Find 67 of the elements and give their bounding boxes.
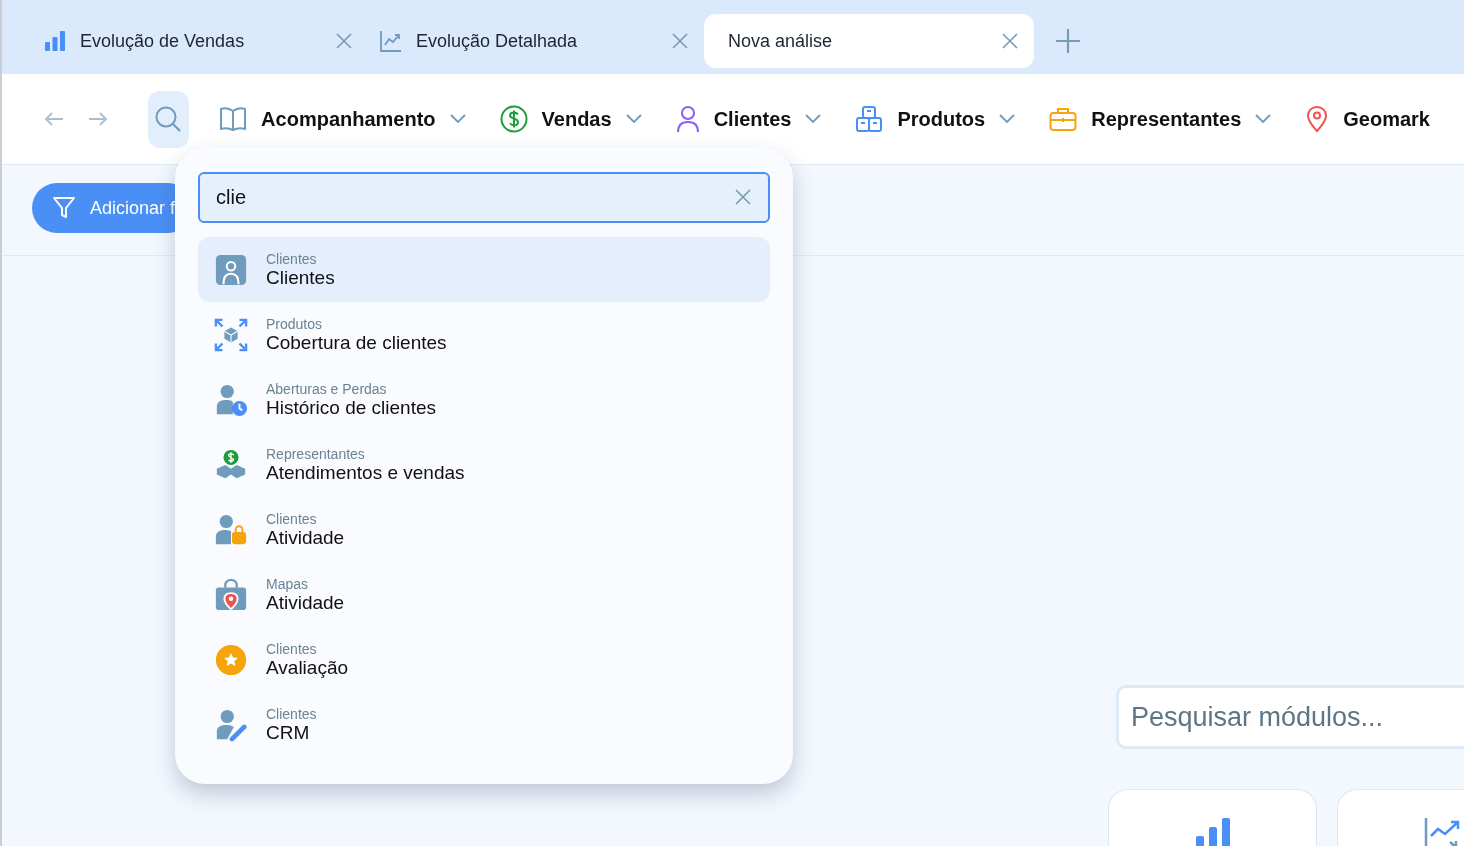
result-title: Cobertura de clientes — [266, 331, 447, 354]
result-category: Clientes — [266, 510, 318, 527]
back-arrow-icon[interactable] — [44, 111, 64, 127]
search-button[interactable] — [147, 90, 190, 148]
result-category: Produtos — [266, 315, 324, 332]
bar-chart-icon — [1194, 818, 1231, 846]
chevron-down-icon[interactable] — [449, 114, 466, 124]
person-icon — [675, 105, 700, 133]
search-icon — [154, 105, 183, 133]
nav-menu-item[interactable]: Produtos — [897, 104, 986, 134]
dollar-icon — [499, 105, 528, 133]
close-icon[interactable] — [334, 31, 354, 51]
module-search-field[interactable]: Pesquisar módulos... — [1116, 685, 1464, 749]
result-title: CRM — [266, 721, 311, 744]
bar-chart-icon — [44, 30, 66, 52]
result-category: Clientes — [266, 705, 317, 722]
nav-menu-item[interactable]: Vendas — [541, 104, 612, 134]
search-field[interactable]: clie — [198, 172, 770, 223]
result-title: Atividade — [266, 526, 345, 549]
close-icon[interactable] — [1000, 31, 1020, 51]
person-edit-icon — [214, 707, 248, 742]
briefcase-icon — [1049, 106, 1078, 132]
result-title: Atendimentos e vendas — [266, 461, 465, 484]
tab[interactable]: Evolução Detalhada — [368, 14, 704, 68]
tab[interactable]: Nova análise — [704, 14, 1034, 68]
result-title: Avaliação — [266, 656, 349, 679]
search-result-item[interactable]: Aberturas e Perdas Histórico de clientes — [198, 367, 770, 432]
clear-icon[interactable] — [733, 187, 753, 207]
nav-menu-item[interactable]: Representantes — [1091, 104, 1242, 134]
search-result-item[interactable]: Clientes CRM — [198, 692, 770, 757]
result-category: Aberturas e Perdas — [266, 380, 388, 397]
tab[interactable]: Evolução de Vendas — [32, 14, 368, 68]
search-result-item[interactable]: Clientes Avaliação — [198, 627, 770, 692]
person-badge-icon — [214, 252, 248, 287]
search-result-item[interactable]: Clientes Clientes — [198, 237, 770, 302]
result-category: Mapas — [266, 575, 310, 592]
result-category: Clientes — [266, 250, 318, 267]
add-tab-icon[interactable] — [1054, 27, 1082, 55]
module-card[interactable] — [1108, 789, 1317, 846]
search-result-item[interactable]: Produtos Cobertura de clientes — [198, 302, 770, 367]
chevron-down-icon[interactable] — [625, 114, 642, 124]
result-category: Representantes — [266, 445, 366, 462]
nav-menu-item[interactable]: Clientes — [713, 104, 792, 134]
cube-arrows-icon — [214, 317, 248, 352]
search-result-item[interactable]: Representantes Atendimentos e vendas — [198, 432, 770, 497]
book-icon — [219, 106, 248, 132]
nav-menu-item[interactable]: Acompanhamento — [261, 104, 436, 134]
chevron-down-icon[interactable] — [999, 114, 1016, 124]
close-icon[interactable] — [670, 31, 690, 51]
forward-arrow-icon[interactable] — [87, 111, 108, 127]
location-pin-icon — [1305, 105, 1330, 133]
filter-icon — [52, 196, 76, 220]
result-title: Clientes — [266, 266, 335, 289]
result-title: Atividade — [266, 591, 345, 614]
search-result-item[interactable]: Mapas Atividade — [198, 562, 770, 627]
bag-pin-icon — [214, 577, 248, 612]
line-chart-icon — [1423, 818, 1460, 846]
result-title: Histórico de clientes — [266, 396, 437, 419]
result-category: Clientes — [266, 640, 318, 657]
boxes-icon — [855, 105, 884, 133]
nav-menu-item[interactable]: Geomark — [1343, 104, 1430, 134]
chevron-down-icon[interactable] — [1255, 114, 1272, 124]
person-clock-icon — [214, 382, 248, 417]
person-bag-icon — [214, 512, 248, 547]
line-chart-icon — [380, 30, 402, 52]
chevron-down-icon[interactable] — [805, 114, 822, 124]
search-result-item[interactable]: Clientes Atividade — [198, 497, 770, 562]
